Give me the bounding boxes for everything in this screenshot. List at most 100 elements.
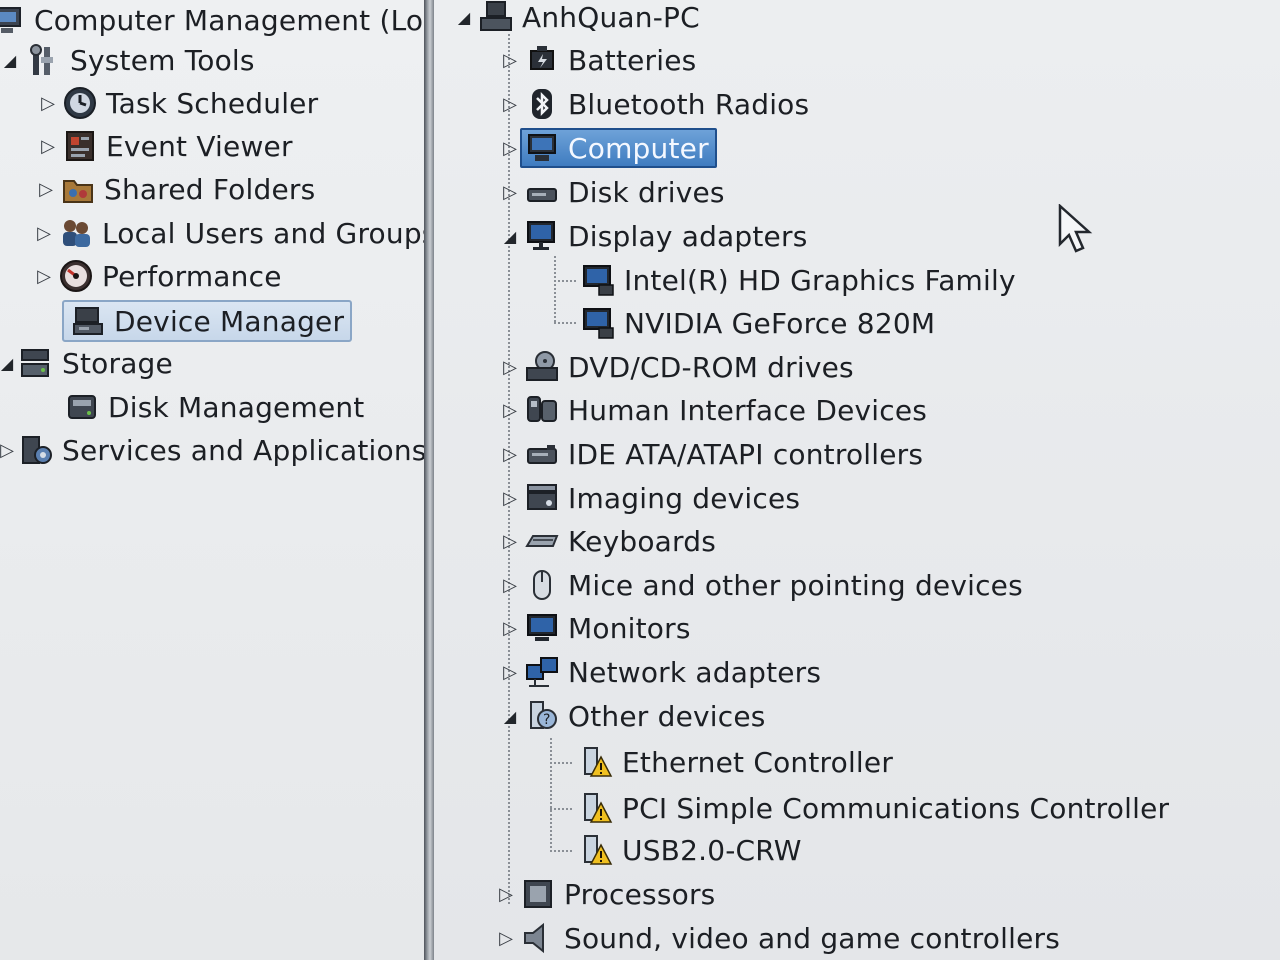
speaker-icon [520,921,556,955]
device-category-imaging[interactable]: ▷ Imaging devices [500,478,800,518]
device-label: Sound, video and game controllers [564,921,1061,955]
collapse-arrow-icon[interactable]: ◢ [500,216,520,256]
device-category-other[interactable]: ◢ ? Other devices [500,696,766,736]
tree-node-performance[interactable]: ▷ Performance [34,256,282,296]
device-category-ide[interactable]: ▷ IDE ATA/ATAPI controllers [500,434,923,474]
device-category-monitors[interactable]: ▷ Monitors [500,608,691,648]
tree-label: Local Users and Groups [102,216,437,250]
collapse-arrow-icon[interactable]: ◢ [500,696,520,736]
expand-arrow-icon[interactable]: ▷ [500,478,520,518]
expand-arrow-icon[interactable]: ▷ [34,213,54,253]
hid-icon [524,393,560,427]
expand-arrow-icon[interactable]: ▷ [500,128,520,168]
processor-icon [520,877,556,911]
expand-arrow-icon[interactable]: ▷ [496,874,516,914]
expand-arrow-icon[interactable]: ▷ [0,430,14,470]
expand-arrow-icon[interactable]: ▷ [38,83,58,123]
device-other-ethernet[interactable]: Ethernet Controller [574,742,893,782]
shared-folder-icon [60,172,96,206]
device-display-nvidia[interactable]: NVIDIA GeForce 820M [576,303,935,343]
device-category-display-adapters[interactable]: ◢ Display adapters [500,216,807,256]
display-adapter-icon [524,219,560,253]
device-label: Mice and other pointing devices [568,568,1023,602]
keyboard-icon [524,524,560,558]
expand-arrow-icon[interactable]: ▷ [496,918,516,958]
device-label: Other devices [568,699,766,733]
device-label: AnhQuan-PC [522,0,700,34]
device-manager-icon [70,304,106,338]
selected-node-highlight[interactable]: Computer [520,128,717,168]
expand-arrow-icon[interactable]: ▷ [500,521,520,561]
device-category-keyboards[interactable]: ▷ Keyboards [500,521,716,561]
tree-label: Shared Folders [104,172,316,206]
disk-icon [64,390,100,424]
device-category-batteries[interactable]: ▷ Batteries [500,40,696,80]
device-label: Ethernet Controller [622,745,894,779]
tree-line [554,256,556,322]
collapse-arrow-icon[interactable]: ◢ [0,40,20,80]
device-category-processors[interactable]: ▷ Processors [496,874,715,914]
svg-text:?: ? [543,712,550,728]
device-display-intel[interactable]: Intel(R) HD Graphics Family [576,260,1016,300]
device-label: Human Interface Devices [568,393,928,427]
device-category-disk-drives[interactable]: ▷ Disk drives [500,172,725,212]
device-category-computer[interactable]: ▷ Computer [500,128,717,168]
network-adapter-icon [524,655,560,689]
expand-arrow-icon[interactable]: ▷ [500,40,520,80]
device-category-network[interactable]: ▷ Network adapters [500,652,821,692]
device-label: Imaging devices [568,481,801,515]
device-category-dvd[interactable]: ▷ DVD/CD-ROM drives [500,347,854,387]
tree-node-disk-management[interactable]: Disk Management [60,387,365,427]
pane-splitter[interactable] [424,0,434,960]
device-category-hid[interactable]: ▷ Human Interface Devices [500,390,927,430]
device-label: Bluetooth Radios [568,87,810,121]
device-label: Disk drives [568,175,725,209]
computer-icon [524,131,560,165]
device-other-usb-crw[interactable]: USB2.0-CRW [574,830,802,870]
device-category-bluetooth[interactable]: ▷ Bluetooth Radios [500,84,809,124]
tree-node-device-manager[interactable]: Device Manager [62,300,353,342]
tree-node-task-scheduler[interactable]: ▷ Task Scheduler [38,83,318,123]
device-label: NVIDIA GeForce 820M [624,306,936,340]
tree-node-shared-folders[interactable]: ▷ Shared Folders [36,169,315,209]
expand-arrow-icon[interactable]: ▷ [500,84,520,124]
collapse-arrow-icon[interactable]: ◢ [0,343,14,383]
expand-arrow-icon[interactable]: ▷ [500,608,520,648]
device-label: Computer [568,131,709,165]
tree-label: System Tools [70,43,255,77]
tree-line [550,808,572,810]
tree-label: Device Manager [114,304,345,338]
tree-node-local-users[interactable]: ▷ Local Users and Groups [34,213,437,253]
warning-device-icon [578,833,614,867]
device-other-pci[interactable]: PCI Simple Communications Controller [574,788,1169,828]
tree-node-system-tools[interactable]: ◢ System Tools [0,40,255,80]
expand-arrow-icon[interactable]: ▷ [500,347,520,387]
computer-management-icon [0,3,26,37]
device-label: PCI Simple Communications Controller [622,791,1170,825]
device-category-mice[interactable]: ▷ Mice and other pointing devices [500,565,1023,605]
collapse-arrow-icon[interactable]: ◢ [454,0,474,37]
device-category-sound[interactable]: ▷ Sound, video and game controllers [496,918,1060,958]
tree-node-storage[interactable]: ◢ Storage [0,343,173,383]
tree-node-services-apps[interactable]: ▷ Services and Applications [0,430,427,470]
device-node-root[interactable]: ◢ AnhQuan-PC [454,0,700,37]
tree-label: Event Viewer [106,129,293,163]
expand-arrow-icon[interactable]: ▷ [36,169,56,209]
device-label: IDE ATA/ATAPI controllers [568,437,924,471]
tree-node-computer-management[interactable]: Computer Management (Local [0,0,464,40]
tree-line [554,280,576,282]
tree-label: Performance [102,259,282,293]
expand-arrow-icon[interactable]: ▷ [500,390,520,430]
expand-arrow-icon[interactable]: ▷ [38,126,58,166]
expand-arrow-icon[interactable]: ▷ [500,565,520,605]
expand-arrow-icon[interactable]: ▷ [500,172,520,212]
tree-label: Storage [62,346,173,380]
battery-icon [524,43,560,77]
expand-arrow-icon[interactable]: ▷ [34,256,54,296]
expand-arrow-icon[interactable]: ▷ [500,652,520,692]
display-adapter-icon [580,306,616,340]
tree-node-event-viewer[interactable]: ▷ Event Viewer [38,126,293,166]
expand-arrow-icon[interactable]: ▷ [500,434,520,474]
scanner-icon [524,481,560,515]
device-label: Intel(R) HD Graphics Family [624,263,1016,297]
